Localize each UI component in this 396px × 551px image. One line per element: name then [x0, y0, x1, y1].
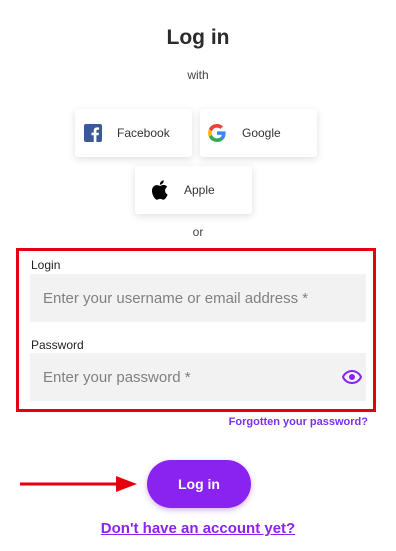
login-button[interactable]: Log in	[147, 460, 251, 508]
password-label: Password	[31, 338, 84, 352]
or-divider-text: or	[192, 225, 204, 239]
with-text: with	[187, 68, 209, 82]
apple-label: Apple	[184, 183, 215, 197]
google-login-button[interactable]: Google	[200, 109, 317, 157]
apple-login-button[interactable]: Apple	[135, 166, 252, 214]
red-arrow-icon	[20, 475, 138, 498]
signup-link[interactable]: Don't have an account yet?	[0, 520, 396, 537]
login-label: Login	[31, 258, 61, 272]
google-icon	[207, 123, 227, 143]
google-label: Google	[242, 126, 281, 140]
forgot-password-link[interactable]: Forgotten your password?	[229, 416, 368, 428]
page-title: Log in	[166, 26, 230, 49]
facebook-label: Facebook	[117, 126, 170, 140]
show-password-eye-icon[interactable]	[341, 367, 363, 387]
facebook-login-button[interactable]: Facebook	[75, 109, 192, 157]
password-input[interactable]	[30, 353, 366, 401]
login-page: Log in with Facebook Google Apple or Log…	[0, 0, 396, 551]
facebook-icon	[83, 123, 103, 143]
login-input[interactable]	[30, 274, 366, 322]
apple-icon	[149, 180, 169, 200]
